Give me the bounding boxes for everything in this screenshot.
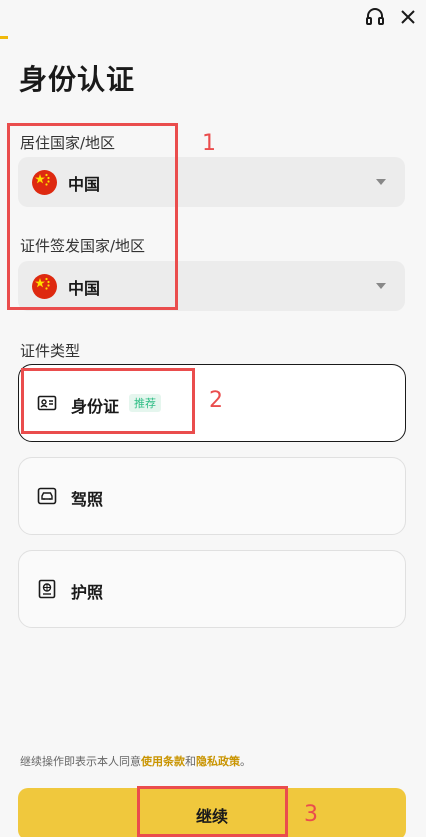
annotation-box-1 (7, 123, 178, 310)
annotation-box-3 (137, 786, 288, 837)
annotation-box-2 (21, 368, 195, 434)
close-icon[interactable] (397, 6, 419, 28)
annotation-number-2: 2 (209, 388, 223, 413)
chevron-down-icon (376, 179, 386, 185)
terms-of-use-link[interactable]: 使用条款 (141, 755, 185, 768)
doc-type-label: 证件类型 (20, 342, 81, 360)
headset-icon[interactable] (364, 6, 386, 28)
terms-prefix: 继续操作即表示本人同意 (20, 755, 141, 768)
chevron-down-icon (376, 283, 386, 289)
privacy-policy-link[interactable]: 隐私政策 (196, 755, 240, 768)
passport-icon (37, 579, 57, 599)
progress-bar (0, 36, 8, 39)
doc-option-passport[interactable]: 护照 (18, 550, 406, 628)
driver-license-icon (37, 486, 57, 506)
page-title: 身份认证 (19, 63, 136, 96)
terms-and: 和 (185, 755, 196, 768)
terms-suffix: 。 (240, 755, 251, 768)
annotation-number-1: 1 (202, 131, 216, 156)
terms-text: 继续操作即表示本人同意使用条款和隐私政策。 (20, 753, 251, 769)
doc-option-driver-license[interactable]: 驾照 (18, 457, 406, 535)
doc-option-label: 护照 (71, 583, 104, 602)
doc-option-label: 驾照 (71, 490, 104, 509)
top-bar (0, 0, 426, 36)
annotation-number-3: 3 (304, 802, 318, 827)
